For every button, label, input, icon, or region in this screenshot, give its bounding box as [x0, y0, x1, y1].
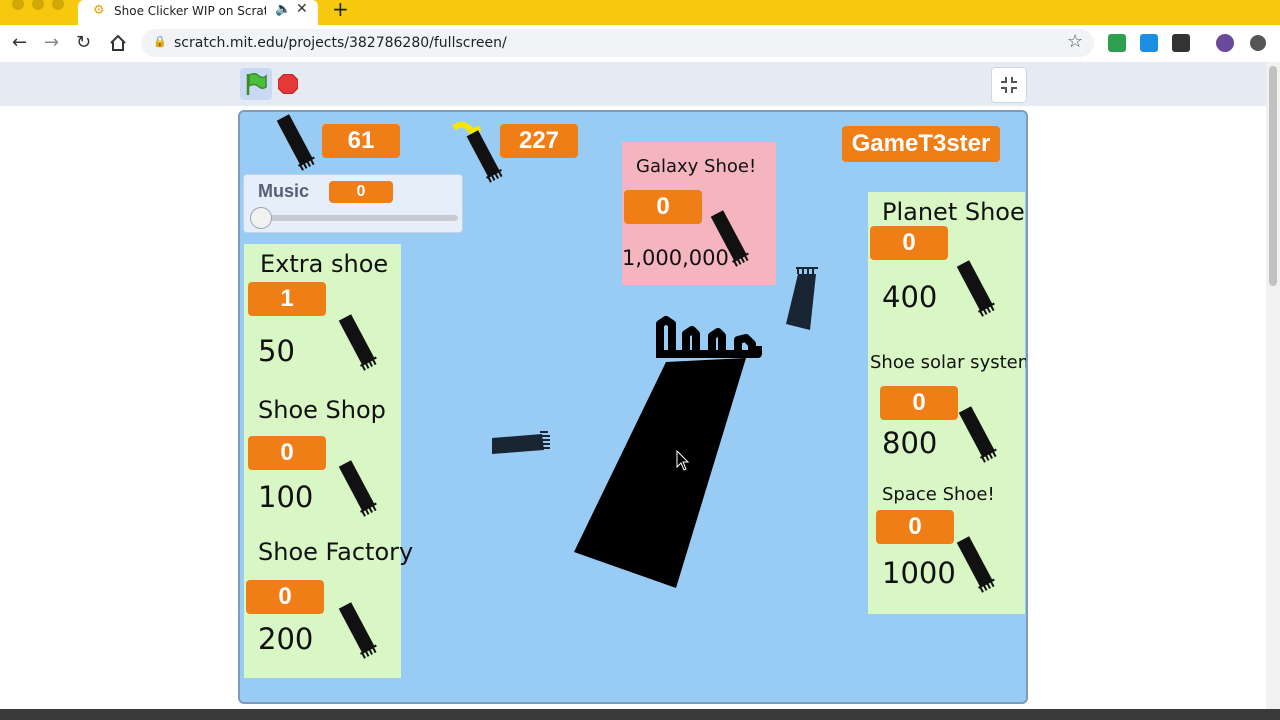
shop-item-name: Planet Shoe — [882, 198, 1025, 226]
green-flag-icon — [246, 72, 267, 95]
shop-item-count[interactable]: 0 — [246, 580, 324, 614]
shoe-icon — [276, 114, 315, 171]
back-arrow-icon[interactable]: ← — [12, 31, 27, 55]
shop-item-price: 800 — [882, 426, 938, 460]
shop-item-name: Shoe solar system — [870, 352, 1028, 373]
stop-sign-icon — [277, 73, 299, 95]
window-zoom-dot[interactable] — [52, 0, 64, 10]
galaxy-shoe-panel[interactable]: Galaxy Shoe! 0 1,000,000 — [622, 142, 776, 285]
shoe-icon[interactable] — [334, 312, 384, 376]
update-icon[interactable] — [1250, 35, 1266, 51]
url-text[interactable]: scratch.mit.edu/projects/382786280/fulls… — [174, 35, 507, 51]
shop-item-count[interactable]: 0 — [248, 436, 326, 470]
tab-audio-icon[interactable]: 🔈 — [275, 2, 291, 17]
reload-icon[interactable]: ↻ — [76, 31, 91, 55]
scratch-controls-bar — [0, 62, 1266, 106]
shoe-icon[interactable] — [334, 458, 384, 522]
bookmark-extension-icon[interactable] — [1140, 34, 1158, 52]
shop-item-name: Extra shoe — [260, 250, 389, 278]
shoe-icon[interactable] — [952, 534, 1002, 598]
music-label: Music — [258, 181, 310, 201]
shoe-icon[interactable] — [952, 258, 1002, 322]
music-slider-monitor: Music 0 — [243, 174, 463, 233]
shop-item-price: 50 — [258, 334, 295, 368]
scrollbar-thumb[interactable] — [1269, 66, 1277, 286]
shop-item-count[interactable]: 1 — [248, 282, 326, 316]
home-icon[interactable] — [108, 33, 128, 57]
profile-avatar[interactable] — [1216, 34, 1234, 52]
shop-item-name: Shoe Shop — [258, 396, 386, 424]
big-shoe-button[interactable] — [566, 312, 766, 602]
shoe-count-badge: 61 — [322, 124, 400, 158]
shop-item-price: 1000 — [882, 556, 956, 590]
shoe-icon[interactable] — [954, 404, 1004, 468]
shop-item-count[interactable]: 0 — [876, 510, 954, 544]
music-slider-knob[interactable] — [250, 207, 272, 229]
player-name-badge: GameT3ster — [842, 126, 1000, 162]
shop-item-price: 100 — [258, 480, 314, 514]
falling-shoe-icon — [492, 431, 550, 454]
exit-fullscreen-button[interactable] — [991, 67, 1027, 103]
os-dock — [0, 709, 1280, 720]
shoe-icon — [710, 210, 749, 267]
shop-item-count[interactable]: 0 — [870, 226, 948, 260]
window-minimize-dot[interactable] — [32, 0, 44, 10]
shoes-per-second-badge: 227 — [500, 124, 578, 158]
stop-button[interactable] — [277, 73, 299, 95]
cast-extension-icon[interactable] — [1108, 34, 1126, 52]
shoe-icon[interactable] — [334, 600, 384, 664]
galaxy-shoe-count: 0 — [624, 190, 702, 224]
scratch-favicon-icon: ⚙ — [93, 3, 105, 18]
menu-extension-icon[interactable] — [1172, 34, 1190, 52]
mouse-pointer-icon — [676, 449, 690, 471]
shop-item-price: 400 — [882, 280, 938, 314]
exit-fullscreen-icon — [1001, 77, 1017, 93]
left-shop-panel: Extra shoe 1 50 Shoe Shop 0 100 Shoe Fac… — [244, 244, 413, 678]
forward-arrow-icon[interactable]: → — [44, 31, 59, 55]
shop-item-name: Shoe Factory — [258, 538, 414, 566]
galaxy-shoe-title: Galaxy Shoe! — [636, 156, 757, 177]
shop-item-name: Space Shoe! — [882, 484, 995, 505]
star-icon[interactable]: ☆ — [1067, 31, 1083, 52]
new-tab-button[interactable]: + — [332, 0, 349, 21]
falling-shoe-icon — [786, 267, 818, 330]
tab-close-icon[interactable]: ✕ — [296, 1, 308, 17]
music-slider-track[interactable] — [252, 215, 458, 221]
right-shop-panel: Planet Shoe 0 400 Shoe solar system 0 80… — [868, 192, 1028, 614]
window-close-dot[interactable] — [12, 0, 24, 10]
game-stage[interactable]: 61 227 Music 0 Galaxy Shoe! 0 1,000,000 … — [238, 110, 1028, 704]
shop-item-price: 200 — [258, 622, 314, 656]
green-flag-button[interactable] — [240, 68, 272, 100]
music-value: 0 — [329, 181, 393, 203]
tab-title: Shoe Clicker WIP on Scratch — [114, 4, 266, 18]
shop-item-count[interactable]: 0 — [880, 386, 958, 420]
lock-icon[interactable]: 🔒 — [153, 35, 167, 48]
